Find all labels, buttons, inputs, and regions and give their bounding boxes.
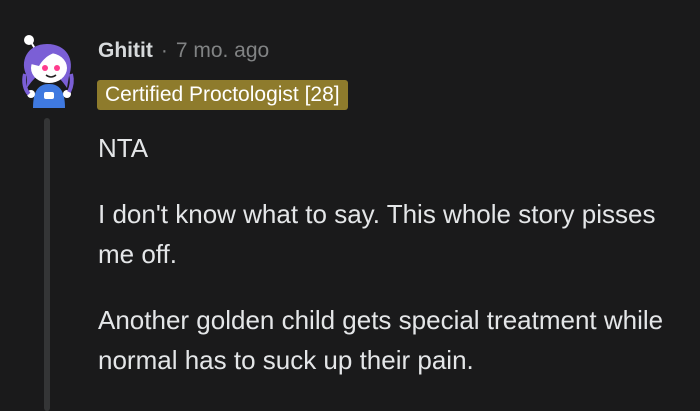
thread-collapse-line[interactable]: [44, 118, 50, 411]
comment-paragraph-1: NTA: [98, 133, 149, 163]
comment-age[interactable]: 7 mo. ago: [176, 39, 269, 63]
user-avatar[interactable]: [17, 30, 77, 108]
comment-paragraph-2: I don't know what to say. This whole sto…: [98, 199, 656, 269]
snoo-avatar-icon: [22, 35, 74, 108]
username-link[interactable]: Ghitit: [98, 39, 153, 63]
comment-screen: Ghitit · 7 mo. ago Certified Proctologis…: [0, 0, 700, 411]
comment-body: NTA I don't know what to say. This whole…: [98, 128, 688, 406]
comment-meta: Ghitit · 7 mo. ago: [98, 36, 269, 66]
comment-paragraph-3: Another golden child gets special treatm…: [98, 305, 664, 375]
user-flair-badge: Certified Proctologist [28]: [97, 80, 348, 110]
meta-separator: ·: [160, 39, 168, 62]
